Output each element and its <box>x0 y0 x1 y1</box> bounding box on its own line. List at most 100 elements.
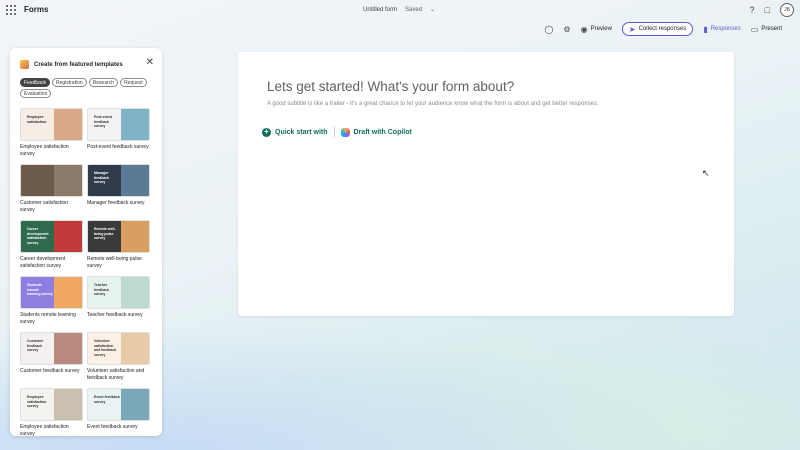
quick-start-label: Quick start with <box>275 128 328 136</box>
template-thumbnail: Manager feedback survey <box>87 164 150 197</box>
chip-research[interactable]: Research <box>88 78 119 87</box>
template-name: Career development satisfaction survey <box>20 256 66 269</box>
mouse-cursor-icon: ↖ <box>702 168 710 178</box>
category-filters: Feedback Registration Research Request E… <box>20 78 155 98</box>
template-icon <box>20 60 29 69</box>
template-card[interactable]: Customer feedback survey Customer feedbac… <box>20 332 83 375</box>
template-card[interactable]: Volunteer satisfaction and feedback surv… <box>87 332 150 381</box>
template-artwork <box>54 389 82 420</box>
app-name[interactable]: Forms <box>24 5 48 14</box>
preview-label: Preview <box>590 26 612 32</box>
template-thumbnail-text: Employee satisfaction survey <box>27 395 47 408</box>
template-card[interactable]: Teacher feedback survey Teacher feedback … <box>87 276 150 319</box>
present-label: Present <box>761 26 782 32</box>
responses-button[interactable]: ▮ Responses <box>703 23 740 36</box>
template-name: Customer satisfaction survey <box>20 200 69 213</box>
template-card[interactable]: Customer satisfaction survey <box>20 164 83 213</box>
template-thumbnail: Volunteer satisfaction and feedback surv… <box>87 332 150 365</box>
template-thumbnail <box>20 164 83 197</box>
template-card[interactable]: Post-event feedback survey Post-event fee… <box>87 108 150 151</box>
start-actions: + Quick start with Draft with Copilot <box>262 127 412 137</box>
template-card[interactable]: Students remote learning survey Students … <box>20 276 83 325</box>
panel-header: Create from featured templates <box>20 60 123 69</box>
template-thumbnail: Students remote learning survey <box>20 276 83 309</box>
template-card[interactable]: Career development satisfaction survey Ca… <box>20 220 83 269</box>
template-card[interactable]: Manager feedback survey Manager feedback … <box>87 164 150 207</box>
gear-icon: ⚙ <box>563 24 571 34</box>
preview-button[interactable]: ◉ Preview <box>581 23 612 36</box>
app-launcher-icon[interactable] <box>6 5 16 15</box>
chevron-down-icon[interactable]: ⌄ <box>430 6 435 13</box>
document-title-area[interactable]: Untitled form Saved ⌄ <box>363 6 435 14</box>
template-name: Students remote learning survey <box>20 312 76 325</box>
template-thumbnail-text: Event feedback survey <box>94 395 120 404</box>
template-card[interactable]: Remote well-being pulse survey Remote wel… <box>87 220 150 269</box>
panel-title: Create from featured templates <box>34 61 123 68</box>
present-button[interactable]: ▭ Present <box>751 23 782 36</box>
template-name: Event feedback survey <box>87 424 138 430</box>
template-card[interactable]: Employee satisfaction Employee satisfacti… <box>20 108 83 157</box>
copilot-button[interactable]: Draft with Copilot <box>340 127 412 137</box>
help-icon[interactable]: ? <box>750 5 755 15</box>
template-thumbnail-text: Career development satisfaction survey <box>27 227 49 245</box>
divider <box>333 127 335 137</box>
form-card: Lets get started! What's your form about… <box>238 52 734 316</box>
collect-responses-button[interactable]: ➤ Collect responses <box>621 22 694 36</box>
template-thumbnail-text: Post-event feedback survey <box>94 115 112 128</box>
template-artwork <box>121 389 149 420</box>
template-thumbnail: Post-event feedback survey <box>87 108 150 141</box>
template-name: Teacher feedback survey <box>87 312 143 318</box>
template-artwork <box>121 221 149 252</box>
template-name: Customer feedback survey <box>20 368 80 374</box>
template-card[interactable]: Employee satisfaction survey Employee sat… <box>20 388 83 436</box>
template-artwork <box>121 277 149 308</box>
send-icon: ➤ <box>628 24 636 34</box>
close-icon[interactable]: ✕ <box>146 58 154 68</box>
template-name: Employee satisfaction survey <box>20 424 69 436</box>
copilot-icon <box>340 127 350 137</box>
responses-label: Responses <box>710 26 741 32</box>
template-thumbnail-text: Customer feedback survey <box>27 339 44 352</box>
template-thumbnail-text: Students remote learning survey <box>27 283 53 296</box>
template-name: Remote well-being pulse survey <box>87 256 142 269</box>
template-name: Volunteer satisfaction and feedback surv… <box>87 368 145 381</box>
template-thumbnail-text: Manager feedback survey <box>94 171 110 184</box>
top-right-controls: ? □ JB <box>750 3 794 17</box>
template-thumbnail-text: Employee satisfaction <box>27 115 47 124</box>
plus-icon: + <box>262 127 271 137</box>
template-artwork <box>121 109 149 140</box>
avatar[interactable]: JB <box>780 3 794 17</box>
document-title[interactable]: Untitled form <box>363 7 397 13</box>
collect-responses-label: Collect responses <box>638 26 687 32</box>
template-thumbnail: Teacher feedback survey <box>87 276 150 309</box>
template-thumbnail-text: Volunteer satisfaction and feedback surv… <box>94 339 117 357</box>
template-artwork <box>54 221 82 252</box>
template-thumbnail: Customer feedback survey <box>20 332 83 365</box>
template-card[interactable]: Event feedback survey Event feedback surv… <box>87 388 150 431</box>
form-subtitle-prompt[interactable]: A good subtitle is like a trailer - it's… <box>267 101 599 107</box>
chip-registration[interactable]: Registration <box>51 78 87 87</box>
bar-chart-icon: ▮ <box>703 24 708 34</box>
template-thumbnail-text: Remote well-being pulse survey <box>94 227 116 240</box>
template-thumbnail: Employee satisfaction survey <box>20 388 83 421</box>
template-artwork <box>121 333 149 364</box>
template-artwork <box>54 277 82 308</box>
template-thumbnail: Career development satisfaction survey <box>20 220 83 253</box>
template-name: Post-event feedback survey <box>87 144 149 150</box>
quick-start-button[interactable]: + Quick start with <box>262 127 328 137</box>
template-artwork <box>54 109 82 140</box>
chip-feedback[interactable]: Feedback <box>20 78 50 87</box>
settings-button[interactable]: ⚙ <box>563 23 570 36</box>
template-thumbnail: Employee satisfaction <box>20 108 83 141</box>
form-title-prompt[interactable]: Lets get started! What's your form about… <box>267 79 514 94</box>
copilot-label: Draft with Copilot <box>353 128 412 136</box>
template-thumbnail: Event feedback survey <box>87 388 150 421</box>
chip-request[interactable]: Request <box>120 78 147 87</box>
feedback-icon[interactable]: □ <box>765 5 770 15</box>
templates-panel: Create from featured templates ✕ Feedbac… <box>10 48 162 436</box>
theme-button[interactable]: ◯ <box>544 23 553 36</box>
save-status: Saved <box>405 6 423 13</box>
template-name: Manager feedback survey <box>87 200 145 206</box>
chip-evaluation[interactable]: Evaluation <box>20 89 52 98</box>
template-name: Employee satisfaction survey <box>20 144 69 157</box>
